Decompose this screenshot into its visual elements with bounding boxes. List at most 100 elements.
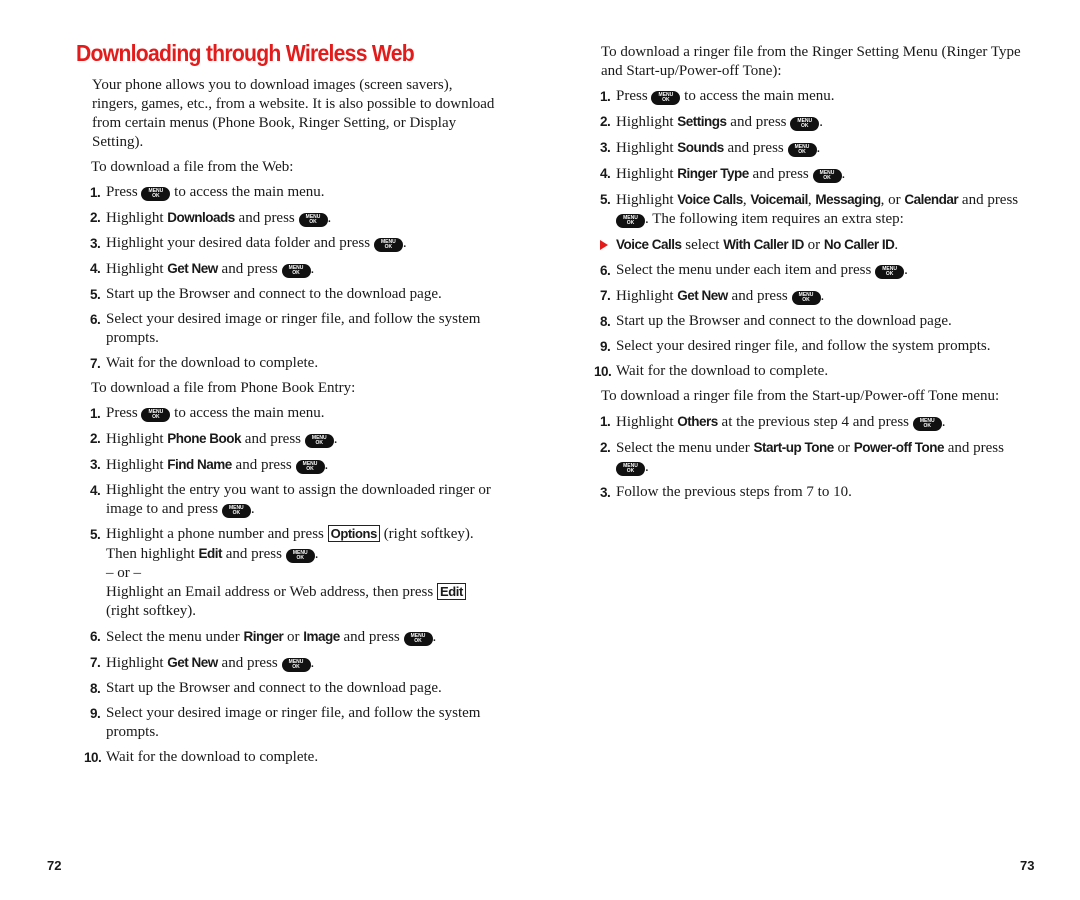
step-text: Highlight your desired data folder and p…	[106, 235, 371, 251]
step-number: 5.	[90, 287, 101, 302]
step-text: and press	[221, 261, 278, 277]
step-text: to access the main menu.	[174, 184, 325, 200]
step-text: and press	[752, 166, 809, 182]
menu-item-edit: Edit	[198, 546, 223, 561]
step-line-2: Then highlight Edit and press MENU OK.	[106, 544, 501, 564]
web-section-lead: To download a file from the Web:	[91, 159, 294, 175]
step-text: Highlight	[616, 166, 674, 182]
step-text: (right softkey).	[106, 603, 196, 619]
tone-step-1: 1. Highlight Others at the previous step…	[600, 412, 1021, 432]
step-number: 7.	[90, 356, 101, 371]
step-text: and press	[727, 140, 784, 156]
menu-ok-key-icon: MENU OK	[790, 117, 820, 131]
menu-ok-key-icon: MENU OK	[285, 549, 315, 563]
step-text: and press	[238, 210, 295, 226]
menu-item-get-new: Get New	[167, 261, 218, 276]
separator: ,	[742, 192, 747, 208]
step-number: 5.	[600, 192, 611, 207]
menu-item-messaging: Messaging	[815, 192, 881, 207]
tone-step-3: 3. Follow the previous steps from 7 to 1…	[600, 483, 1021, 502]
phonebook-steps-list: 1. Press MENU OK to access the main menu.…	[84, 404, 501, 767]
ringer-step-6: 6. Select the menu under each item and p…	[600, 261, 1021, 280]
step-text: Press	[106, 405, 138, 421]
step-text: Select your desired image or ringer file…	[106, 311, 481, 346]
step-number: 4.	[90, 483, 101, 498]
step-number: 6.	[90, 312, 101, 327]
menu-item-get-new: Get New	[677, 288, 728, 303]
step-number: 1.	[600, 89, 611, 104]
step-number: 6.	[90, 629, 101, 644]
menu-ok-key-icon: MENU OK	[812, 169, 842, 183]
step-text: .	[816, 140, 821, 156]
phonebook-step-8: 8. Start up the Browser and connect to t…	[90, 679, 501, 698]
menu-item-downloads: Downloads	[167, 210, 235, 225]
edit-softkey: Edit	[436, 583, 466, 600]
page-number: 72	[47, 858, 62, 873]
menu-item-image: Image	[303, 629, 340, 644]
intro-paragraph: Your phone allows you to download images…	[92, 77, 495, 150]
step-text: or	[286, 629, 300, 645]
ringer-step-7: 7. Highlight Get New and press MENU OK.	[600, 286, 1021, 306]
step-number: 4.	[600, 166, 611, 181]
step-text: to access the main menu.	[174, 405, 325, 421]
menu-ok-key-icon: MENU OK	[304, 434, 334, 448]
phonebook-section-lead: To download a file from Phone Book Entry…	[91, 380, 356, 396]
step-text: or	[807, 237, 821, 253]
menu-ok-key-icon: MENU OK	[791, 291, 821, 305]
ringer-step-3: 3. Highlight Sounds and press MENU OK.	[600, 138, 1021, 158]
step-text: Press	[106, 184, 138, 200]
step-text: .	[314, 546, 319, 562]
step-text: Highlight	[616, 288, 674, 304]
tone-steps-list: 1. Highlight Others at the previous step…	[600, 412, 1021, 502]
step-number: 3.	[600, 485, 611, 500]
phonebook-step-2: 2. Highlight Phone Book and press MENU OK…	[90, 429, 501, 449]
step-text: Highlight	[106, 431, 164, 447]
menu-ok-key-icon: MENU OK	[651, 91, 681, 105]
web-steps-list: 1. Press MENU OK to access the main menu.…	[90, 183, 501, 373]
web-step-1: 1. Press MENU OK to access the main menu.	[90, 183, 501, 202]
menu-ok-key-icon: MENU OK	[403, 632, 433, 646]
menu-ok-key-icon: MENU OK	[616, 462, 645, 476]
step-text: Highlight	[616, 114, 674, 130]
phonebook-step-3: 3. Highlight Find Name and press MENU OK.	[90, 455, 501, 475]
step-number: 5.	[90, 527, 101, 542]
left-page: Downloading through Wireless Web Your ph…	[0, 0, 540, 900]
step-number: 8.	[600, 314, 611, 329]
step-text: Highlight a phone number and press	[106, 526, 324, 542]
step-text: Wait for the download to complete.	[106, 355, 319, 371]
step-text: .	[327, 210, 332, 226]
menu-item-voice-calls: Voice Calls	[616, 237, 682, 252]
step-text: Select the menu under	[616, 440, 750, 456]
step-text: .	[333, 431, 338, 447]
menu-item-settings: Settings	[677, 114, 727, 129]
tone-step-2: 2. Select the menu under Start-up Tone o…	[600, 438, 1021, 477]
step-text: .	[904, 262, 908, 278]
left-content: Your phone allows you to download images…	[84, 76, 501, 773]
step-text: .	[250, 501, 255, 517]
step-text: .	[432, 629, 437, 645]
step-number: 3.	[600, 140, 611, 155]
web-step-4: 4. Highlight Get New and press MENU OK.	[90, 259, 501, 279]
right-content: To download a ringer file from the Ringe…	[594, 43, 1021, 508]
phonebook-step-7: 7. Highlight Get New and press MENU OK.	[90, 653, 501, 673]
web-step-6: 6. Select your desired image or ringer f…	[90, 310, 501, 348]
ringer-step-9: 9. Select your desired ringer file, and …	[600, 337, 1021, 356]
menu-ok-key-icon: MENU OK	[281, 658, 311, 672]
ringer-step-2: 2. Highlight Settings and press MENU OK.	[600, 112, 1021, 132]
step-text: .	[402, 235, 407, 251]
or-separator: – or –	[106, 565, 141, 581]
ringer-step-8: 8. Start up the Browser and connect to t…	[600, 312, 1021, 331]
step-text: .	[310, 655, 315, 671]
step-text: .	[820, 288, 825, 304]
step-text: or	[837, 440, 850, 456]
step-text: and press	[947, 440, 1004, 456]
step-text: Highlight	[106, 655, 164, 671]
right-page: To download a ringer file from the Ringe…	[540, 0, 1080, 900]
step-number: 10.	[594, 364, 612, 379]
step-text: Then highlight	[106, 546, 195, 562]
menu-item-voice-calls: Voice Calls	[677, 192, 743, 207]
web-step-7: 7. Wait for the download to complete.	[90, 354, 501, 373]
menu-item-no-caller-id: No Caller ID	[823, 237, 895, 252]
step-text: Follow the previous steps from 7 to 10.	[616, 484, 852, 500]
menu-ok-key-icon: MENU OK	[295, 460, 325, 474]
